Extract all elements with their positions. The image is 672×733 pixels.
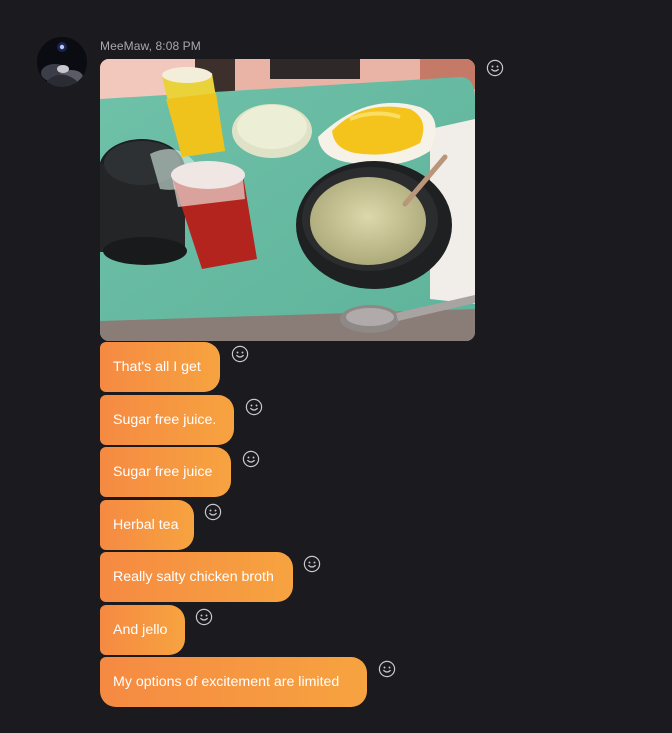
smiley-face-icon[interactable] [204,503,222,521]
message-text: Herbal tea [113,517,179,533]
message-bubble[interactable]: Sugar free juice [100,447,231,497]
smiley-face-icon[interactable] [303,555,321,573]
message-photo[interactable] [100,59,475,341]
message-bubble[interactable]: And jello [100,605,185,655]
message-bubble[interactable]: Really salty chicken broth [100,552,293,602]
smiley-face-icon[interactable] [242,450,260,468]
message-bubble[interactable]: That's all I get [100,342,220,392]
smiley-face-icon[interactable] [195,608,213,626]
smiley-face-icon[interactable] [245,398,263,416]
smiley-face-icon[interactable] [486,59,504,77]
message-text: Sugar free juice. [113,412,217,428]
message-text: That's all I get [113,359,201,375]
sender-avatar[interactable] [37,37,87,87]
message-bubble[interactable]: Herbal tea [100,500,194,550]
message-sender-timestamp: MeeMaw, 8:08 PM [100,39,201,53]
message-text: Really salty chicken broth [113,569,274,585]
message-text: Sugar free juice [113,464,213,480]
message-bubble[interactable]: My options of excitement are limited [100,657,367,707]
message-text: My options of excitement are limited [113,674,340,690]
message-bubble[interactable]: Sugar free juice. [100,395,234,445]
smiley-face-icon[interactable] [378,660,396,678]
message-text: And jello [113,622,168,638]
smiley-face-icon[interactable] [231,345,249,363]
